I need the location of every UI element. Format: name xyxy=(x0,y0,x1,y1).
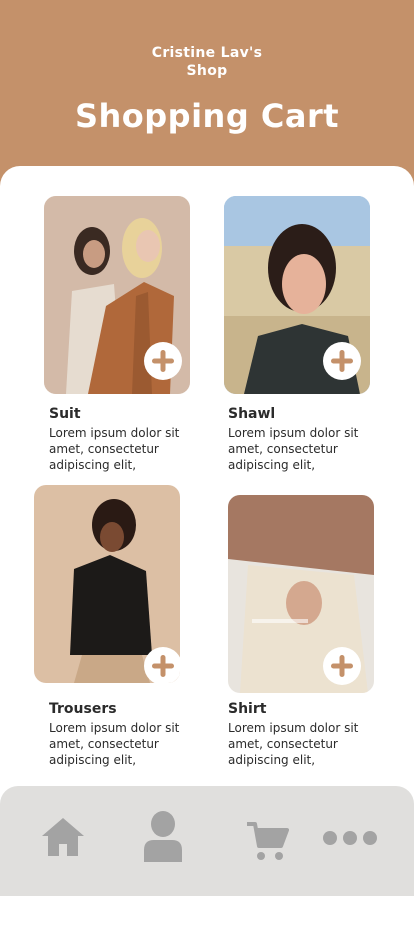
product-image-suit[interactable] xyxy=(44,196,190,394)
plus-icon xyxy=(152,655,174,677)
product-title: Trousers xyxy=(49,701,117,717)
product-image-shirt[interactable] xyxy=(228,495,374,693)
plus-icon xyxy=(331,350,353,372)
product-description: Lorem ipsum dolor sit amet, consectetur … xyxy=(49,721,180,767)
home-icon[interactable] xyxy=(40,816,86,858)
product-title: Shawl xyxy=(228,406,276,422)
add-to-cart-button[interactable] xyxy=(144,647,180,683)
product-image-shawl[interactable] xyxy=(224,196,370,394)
product-info-trousers: Trousers Lorem ipsum dolor sit amet, con… xyxy=(49,700,189,768)
shop-name-line1: Cristine Lav's xyxy=(151,45,263,61)
plus-icon xyxy=(152,350,174,372)
product-info-suit: Suit Lorem ipsum dolor sit amet, consect… xyxy=(49,405,189,473)
add-to-cart-button[interactable] xyxy=(323,647,361,685)
product-description: Lorem ipsum dolor sit amet, consectetur … xyxy=(228,426,359,472)
product-description: Lorem ipsum dolor sit amet, consectetur … xyxy=(49,426,180,472)
user-icon[interactable] xyxy=(142,810,184,862)
product-title: Suit xyxy=(49,406,81,422)
shop-name: Cristine Lav's Shop xyxy=(0,44,414,80)
add-to-cart-button[interactable] xyxy=(144,342,182,380)
product-description: Lorem ipsum dolor sit amet, consectetur … xyxy=(228,721,359,767)
product-title: Shirt xyxy=(228,701,267,717)
product-info-shawl: Shawl Lorem ipsum dolor sit amet, consec… xyxy=(228,405,368,473)
product-image-trousers[interactable] xyxy=(34,485,180,683)
product-info-shirt: Shirt Lorem ipsum dolor sit amet, consec… xyxy=(228,700,368,768)
more-icon[interactable] xyxy=(322,830,378,846)
add-to-cart-button[interactable] xyxy=(323,342,361,380)
shop-name-line2: Shop xyxy=(186,63,228,79)
plus-icon xyxy=(331,655,353,677)
page-title: Shopping Cart xyxy=(74,97,340,135)
bottom-nav-bar xyxy=(0,786,414,896)
cart-icon[interactable] xyxy=(245,820,289,862)
